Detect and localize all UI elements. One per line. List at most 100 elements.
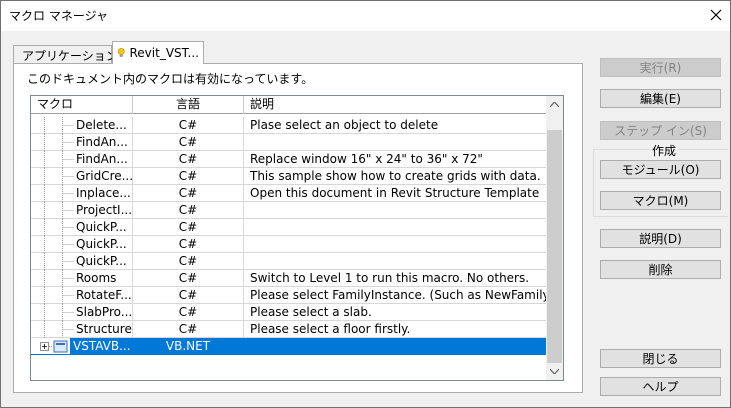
lightbulb-icon	[117, 47, 125, 57]
delete-button[interactable]: 削除	[600, 260, 721, 279]
macro-name: QuickP...	[76, 254, 127, 268]
table-row[interactable]: RotateF... C# Please select FamilyInstance…	[31, 287, 548, 304]
tab-label: アプリケーション	[22, 48, 118, 63]
table-row[interactable]: FindAn... C# Replace window 16" x 24" to 3…	[31, 151, 548, 168]
edit-button[interactable]: 編集(E)	[600, 89, 721, 108]
table-row[interactable]: Structure C# Please select a floor firstly…	[31, 321, 548, 338]
tree-connector-icon	[44, 321, 74, 338]
macro-name: FindAn...	[76, 135, 128, 149]
macro-name: Rooms	[76, 271, 117, 285]
macro-name-cell[interactable]: QuickP...	[31, 236, 133, 253]
macro-name: RotateF...	[76, 288, 132, 302]
macro-language-cell: C#	[133, 219, 244, 236]
macro-name-cell[interactable]: FindAn...	[31, 151, 133, 168]
table-row[interactable]: SlabPro... C# Please select a slab.	[31, 304, 548, 321]
title-bar: マクロ マネージャ	[0, 0, 731, 30]
table-row[interactable]: GridCre... C# This sample show how to crea…	[31, 168, 548, 185]
window-title: マクロ マネージャ	[9, 9, 108, 23]
table-row[interactable]: VSTAVB... VB.NET	[31, 338, 548, 355]
create-group-label: 作成	[650, 142, 679, 159]
help-button[interactable]: ヘルプ	[600, 377, 721, 396]
macro-status-text: このドキュメント内のマクロは有効になっています。	[27, 72, 314, 86]
tab-label: Revit_VST...	[129, 46, 200, 60]
macro-name: QuickP...	[76, 237, 127, 251]
table-row[interactable]: FindAn... C#	[31, 134, 548, 151]
macro-description-cell: Please select a floor firstly.	[244, 321, 548, 338]
step-in-button[interactable]: ステップ イン(S)	[600, 121, 721, 140]
macro-name-cell[interactable]: QuickP...	[31, 219, 133, 236]
macro-language-cell: C#	[133, 304, 244, 321]
macro-name: Delete...	[76, 118, 127, 132]
macro-name-cell[interactable]: ProjectI...	[31, 202, 133, 219]
table-row[interactable]: Inplace... C# Open this document in Revit …	[31, 185, 548, 202]
macro-description-cell	[244, 338, 548, 355]
scroll-down-icon[interactable]	[546, 363, 563, 380]
tree-connector-icon	[44, 168, 74, 185]
tree-connector-icon	[44, 117, 74, 134]
close-icon[interactable]	[701, 0, 731, 30]
table-row[interactable]: QuickP... C#	[31, 236, 548, 253]
macro-description-cell: Switch to Level 1 to run this macro. No …	[244, 270, 548, 287]
macro-language-cell: C#	[133, 236, 244, 253]
description-button[interactable]: 説明(D)	[600, 229, 721, 248]
run-button[interactable]: 実行(R)	[600, 58, 721, 77]
macro-button[interactable]: マクロ(M)	[600, 191, 721, 210]
macro-name-cell[interactable]: Structure	[31, 321, 133, 338]
table-row[interactable]: QuickP... C#	[31, 253, 548, 270]
macro-tree-grid[interactable]: マクロ 言語 説明 Delete... C# Plase select an obj…	[30, 95, 564, 381]
macro-name: VSTAVB...	[70, 338, 133, 355]
macro-name-cell[interactable]: RotateF...	[31, 287, 133, 304]
macro-name: Inplace...	[76, 186, 131, 200]
macro-language-cell: C#	[133, 270, 244, 287]
macro-language-cell: C#	[133, 321, 244, 338]
grid-header: マクロ 言語 説明	[31, 96, 548, 114]
macro-language-cell: C#	[133, 134, 244, 151]
macro-language-cell: C#	[133, 253, 244, 270]
macro-name-cell[interactable]: SlabPro...	[31, 304, 133, 321]
module-button[interactable]: モジュール(O)	[600, 160, 721, 179]
tree-connector-icon	[44, 236, 74, 253]
macro-name: QuickP...	[76, 220, 127, 234]
column-header-language[interactable]: 言語	[133, 96, 244, 114]
tree-connector-icon	[44, 185, 74, 202]
macro-name-cell[interactable]: GridCre...	[31, 168, 133, 185]
tree-connector-icon	[44, 219, 74, 236]
tree-connector-icon	[44, 270, 74, 287]
macro-name-cell[interactable]: FindAn...	[31, 134, 133, 151]
macro-description-cell	[244, 219, 548, 236]
table-row[interactable]: ProjectI... C#	[31, 202, 548, 219]
macro-name-cell[interactable]: Delete...	[31, 117, 133, 134]
table-row[interactable]: Delete... C# Plase select an object to del…	[31, 117, 548, 134]
macro-language-cell: C#	[133, 202, 244, 219]
tab-revit-vst[interactable]: Revit_VST...	[112, 41, 204, 64]
tree-connector-icon	[44, 151, 74, 168]
macro-description-cell: Please select FamilyInstance. (Such as N…	[244, 287, 548, 304]
macro-name-cell[interactable]: Rooms	[31, 270, 133, 287]
macro-name: GridCre...	[76, 169, 134, 183]
macro-name-cell[interactable]: VSTAVB...	[31, 338, 133, 355]
macro-name-cell[interactable]: Inplace...	[31, 185, 133, 202]
tree-connector-icon	[44, 304, 74, 321]
macro-language-cell: C#	[133, 168, 244, 185]
macro-language-cell: C#	[133, 117, 244, 134]
column-header-macro[interactable]: マクロ	[31, 96, 133, 114]
macro-name-cell[interactable]: QuickP...	[31, 253, 133, 270]
table-row[interactable]: QuickP... C#	[31, 219, 548, 236]
macro-description-cell	[244, 253, 548, 270]
expand-plus-icon[interactable]	[40, 338, 74, 355]
tree-connector-icon	[44, 202, 74, 219]
table-row[interactable]: Rooms C# Switch to Level 1 to run this mac…	[31, 270, 548, 287]
macro-name: Structure	[76, 322, 132, 336]
scroll-up-icon[interactable]	[546, 96, 563, 113]
macro-language-cell: C#	[133, 287, 244, 304]
macro-name: FindAn...	[76, 152, 128, 166]
macro-description-cell	[244, 202, 548, 219]
close-button[interactable]: 閉じる	[600, 349, 721, 368]
macro-description-cell: This sample show how to create grids wit…	[244, 168, 548, 185]
macro-language-cell: VB.NET	[133, 338, 244, 355]
column-header-description[interactable]: 説明	[244, 96, 548, 114]
tab-application[interactable]: アプリケーション	[13, 45, 118, 64]
scrollbar-thumb[interactable]	[547, 130, 562, 363]
vertical-scrollbar[interactable]	[546, 96, 563, 380]
tree-connector-icon	[44, 287, 74, 304]
